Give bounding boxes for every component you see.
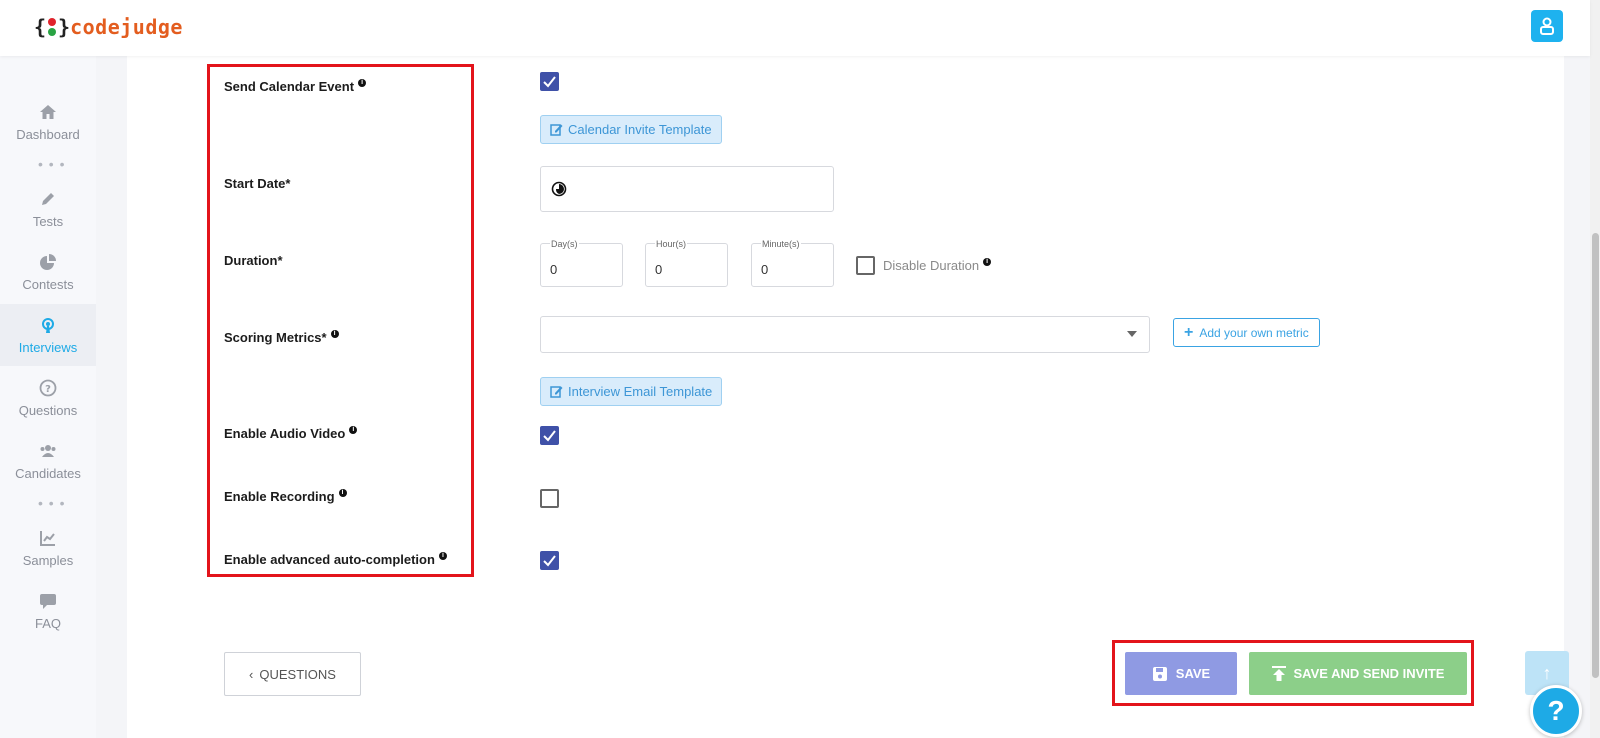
clock-icon <box>551 181 567 197</box>
disable-duration-text: Disable Duration <box>883 258 980 273</box>
duration-minutes-value: 0 <box>761 262 769 277</box>
sidebar: Dashboard • • • Tests Contests Interview… <box>0 56 96 738</box>
chat-icon <box>40 593 56 609</box>
enable-audio-video-text: Enable Audio Video <box>224 426 346 441</box>
arrow-up-icon: ↑ <box>1542 662 1552 683</box>
chevron-left-icon: ‹ <box>249 666 254 682</box>
chevron-down-icon <box>1127 331 1137 337</box>
plus-icon: + <box>1184 323 1194 341</box>
broadcast-icon <box>42 317 54 333</box>
sidebar-item-contests[interactable]: Contests <box>0 241 96 303</box>
back-to-questions-button[interactable]: ‹ QUESTIONS <box>224 652 361 696</box>
info-icon[interactable]: i <box>438 552 447 560</box>
scrollbar-thumb[interactable] <box>1592 233 1599 678</box>
start-date-input[interactable] <box>540 166 834 212</box>
send-calendar-event-text: Send Calendar Event <box>224 79 355 94</box>
line-chart-icon <box>40 530 55 546</box>
duration-minutes-label: Minute(s) <box>761 239 801 249</box>
codejudge-logo[interactable]: { } codejudge <box>34 15 183 39</box>
scoring-metrics-text: Scoring Metrics* <box>224 330 327 345</box>
user-menu-button[interactable] <box>1531 10 1563 42</box>
save-send-button-label: SAVE AND SEND INVITE <box>1293 666 1445 681</box>
sidebar-item-tests[interactable]: Tests <box>0 178 96 240</box>
floppy-disk-icon <box>1152 666 1167 681</box>
interview-email-template-button[interactable]: Interview Email Template <box>540 377 723 406</box>
info-icon[interactable]: i <box>349 426 358 434</box>
sidebar-item-interviews[interactable]: Interviews <box>0 304 96 366</box>
help-icon: ? <box>1547 695 1565 726</box>
check-icon <box>543 555 556 567</box>
sidebar-item-questions[interactable]: ? Questions <box>0 367 96 429</box>
duration-label: Duration* <box>224 253 283 268</box>
users-icon <box>40 444 56 457</box>
logo-brace-open: { <box>34 15 47 39</box>
user-icon <box>1540 17 1554 35</box>
enable-autocompletion-text: Enable advanced auto-completion <box>224 552 435 567</box>
logo-text: codejudge <box>70 15 183 39</box>
send-calendar-event-label: Send Calendar Event i <box>224 79 367 94</box>
save-button-label: SAVE <box>1175 666 1211 681</box>
upload-icon <box>1271 665 1286 681</box>
question-circle-icon: ? <box>39 379 57 396</box>
start-date-label: Start Date* <box>224 176 291 191</box>
sidebar-separator: • • • <box>38 156 66 172</box>
calendar-template-label: Calendar Invite Template <box>568 122 712 137</box>
scoring-metrics-label: Scoring Metrics* i <box>224 330 339 345</box>
enable-autocompletion-checkbox[interactable] <box>540 551 559 570</box>
edit-icon <box>550 124 563 136</box>
logo-green-dot <box>48 28 57 36</box>
pen-icon <box>42 192 54 205</box>
sidebar-item-label: Interviews <box>18 339 78 355</box>
duration-days-label: Day(s) <box>550 239 579 249</box>
calendar-invite-template-button[interactable]: Calendar Invite Template <box>540 115 722 144</box>
disable-duration-label: Disable Duration i <box>883 258 992 273</box>
add-own-metric-button[interactable]: + Add your own metric <box>1173 318 1320 347</box>
sidebar-item-label: Candidates <box>15 465 81 481</box>
top-bar: { } codejudge <box>0 0 1590 56</box>
home-icon <box>40 104 56 119</box>
pie-chart-icon <box>40 253 56 270</box>
enable-recording-label: Enable Recording i <box>224 489 347 504</box>
send-calendar-event-checkbox[interactable] <box>540 72 559 91</box>
info-icon[interactable]: i <box>338 489 347 497</box>
save-and-send-invite-button[interactable]: SAVE AND SEND INVITE <box>1249 652 1467 695</box>
sidebar-item-label: Tests <box>32 213 64 229</box>
enable-recording-checkbox[interactable] <box>540 489 559 508</box>
duration-hours-value: 0 <box>655 262 663 277</box>
back-button-label: QUESTIONS <box>259 666 336 682</box>
sidebar-item-faq[interactable]: FAQ <box>0 580 96 642</box>
sidebar-item-samples[interactable]: Samples <box>0 517 96 579</box>
sidebar-item-label: Questions <box>18 402 78 418</box>
check-icon <box>543 430 556 442</box>
sidebar-item-label: Contests <box>22 276 74 292</box>
svg-text:?: ? <box>45 384 51 395</box>
scoring-metrics-select[interactable] <box>540 316 1150 353</box>
enable-audio-video-checkbox[interactable] <box>540 426 559 445</box>
interview-template-label: Interview Email Template <box>568 384 713 399</box>
sidebar-item-label: Samples <box>22 552 74 568</box>
sidebar-item-label: Dashboard <box>16 126 80 142</box>
enable-recording-text: Enable Recording <box>224 489 335 504</box>
logo-dots <box>48 18 57 36</box>
duration-hours-label: Hour(s) <box>655 239 688 249</box>
info-icon[interactable]: i <box>330 330 339 338</box>
add-metric-label: Add your own metric <box>1199 325 1309 340</box>
logo-red-dot <box>48 18 57 26</box>
save-button[interactable]: SAVE <box>1125 652 1237 695</box>
info-icon[interactable]: i <box>358 79 367 87</box>
sidebar-item-candidates[interactable]: Candidates <box>0 430 96 492</box>
enable-autocompletion-label: Enable advanced auto-completion i <box>224 552 447 567</box>
sidebar-item-label: FAQ <box>34 615 61 631</box>
disable-duration-checkbox[interactable] <box>856 256 875 275</box>
edit-icon <box>550 386 563 398</box>
sidebar-separator: • • • <box>38 495 66 511</box>
enable-audio-video-label: Enable Audio Video i <box>224 426 358 441</box>
help-button[interactable]: ? <box>1530 685 1582 737</box>
logo-brace-close: } <box>58 15 71 39</box>
check-icon <box>543 76 556 88</box>
info-icon[interactable]: i <box>983 258 992 266</box>
sidebar-item-dashboard[interactable]: Dashboard <box>0 91 96 153</box>
duration-days-value: 0 <box>550 262 558 277</box>
